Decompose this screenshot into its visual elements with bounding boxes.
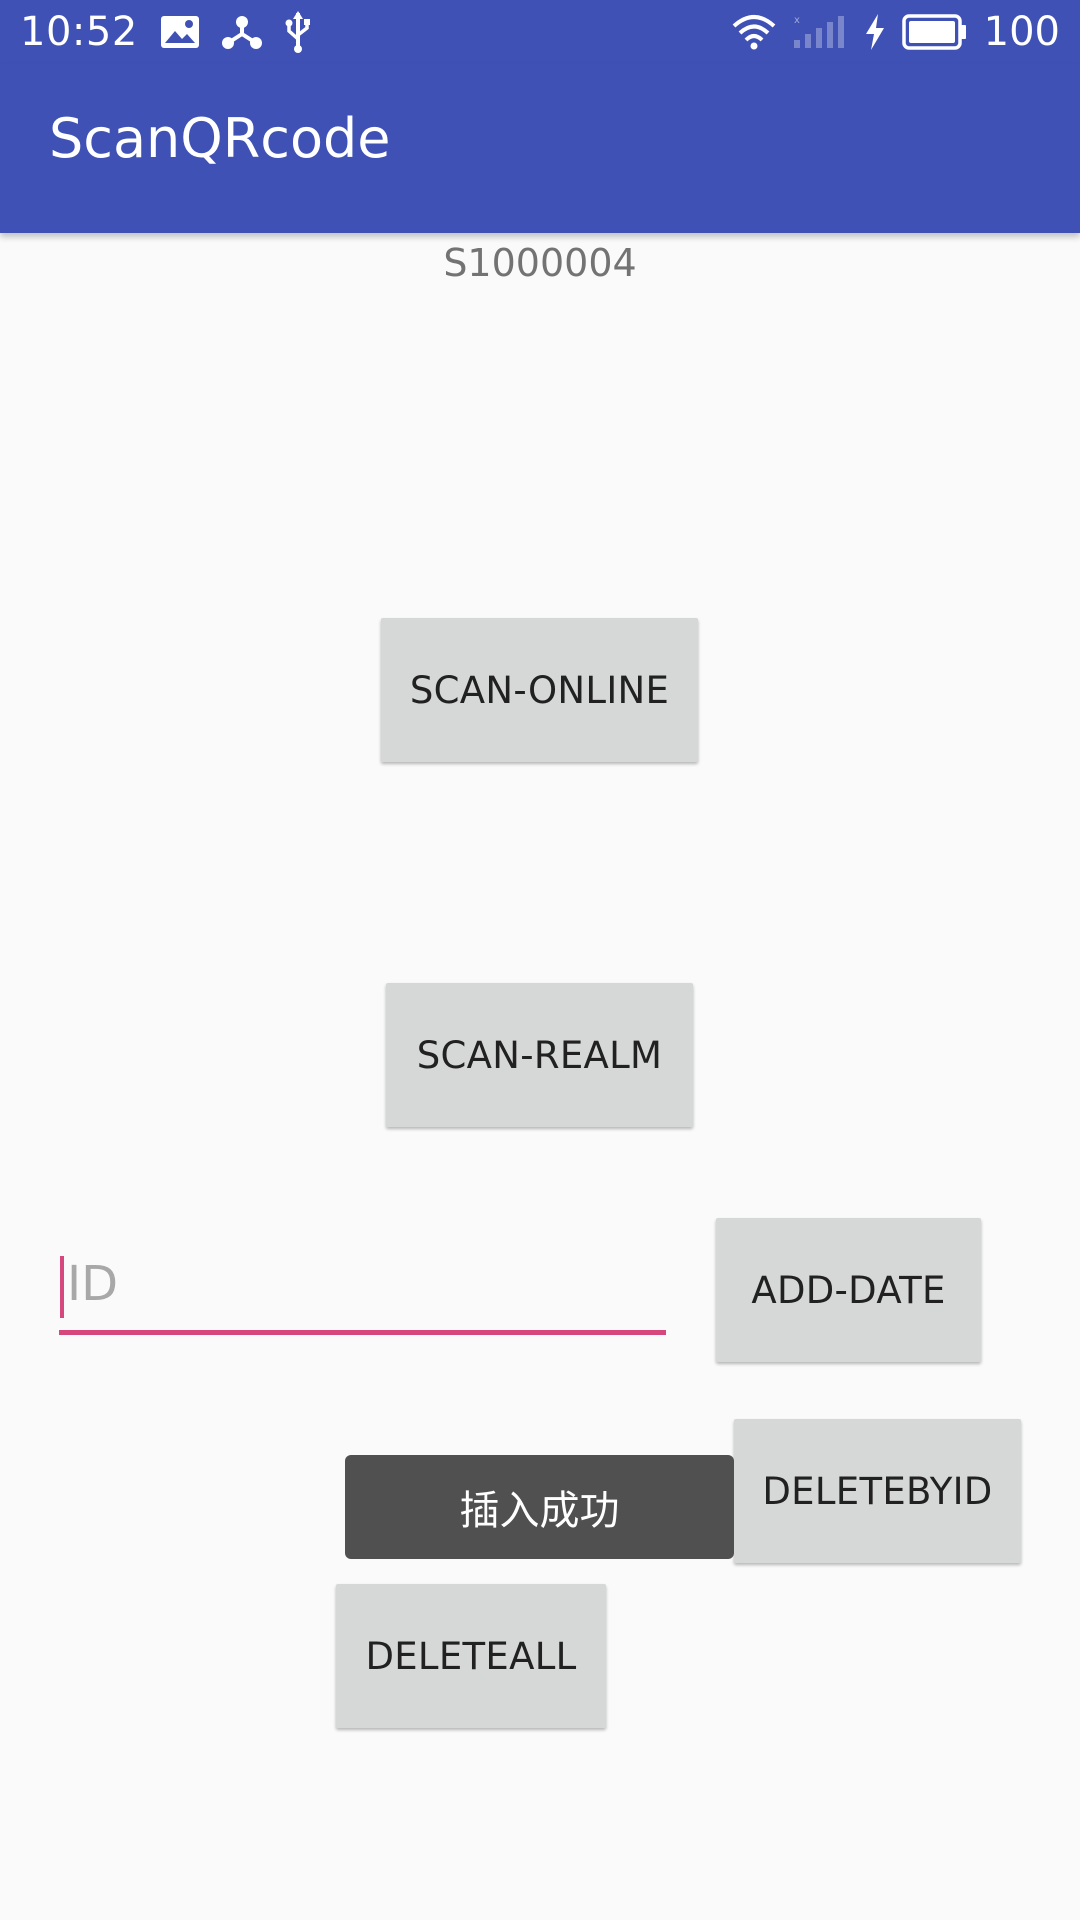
id-placeholder: ID <box>67 1256 119 1312</box>
status-left: 10:52 <box>20 8 312 56</box>
signal-icon: x <box>793 15 844 48</box>
usb-icon <box>285 11 310 53</box>
text-cursor <box>60 1256 64 1318</box>
battery-icon <box>901 14 966 50</box>
image-icon <box>160 16 199 48</box>
share-icon <box>221 16 262 49</box>
status-right: x 100 <box>732 8 1060 56</box>
delete-by-id-button[interactable]: DELETEBYID <box>734 1419 1021 1563</box>
battery-level: 100 <box>983 9 1060 55</box>
wifi-icon <box>732 15 775 50</box>
status-time: 10:52 <box>20 9 138 55</box>
svg-text:x: x <box>794 15 800 26</box>
app-title: ScanQRcode <box>49 107 391 170</box>
toast-message: 插入成功 <box>345 1455 734 1559</box>
app-bar: ScanQRcode <box>0 64 1080 233</box>
status-bar: 10:52 x 100 <box>0 0 1080 64</box>
scan-result-text: S1000004 <box>443 241 637 285</box>
add-date-button[interactable]: ADD-DATE <box>716 1218 981 1362</box>
delete-all-button[interactable]: DELETEALL <box>336 1584 606 1728</box>
scan-online-button[interactable]: SCAN-ONLINE <box>381 618 698 762</box>
id-input[interactable]: ID <box>59 1250 666 1335</box>
scan-realm-button[interactable]: SCAN-REALM <box>386 983 693 1127</box>
charging-icon <box>865 14 884 50</box>
